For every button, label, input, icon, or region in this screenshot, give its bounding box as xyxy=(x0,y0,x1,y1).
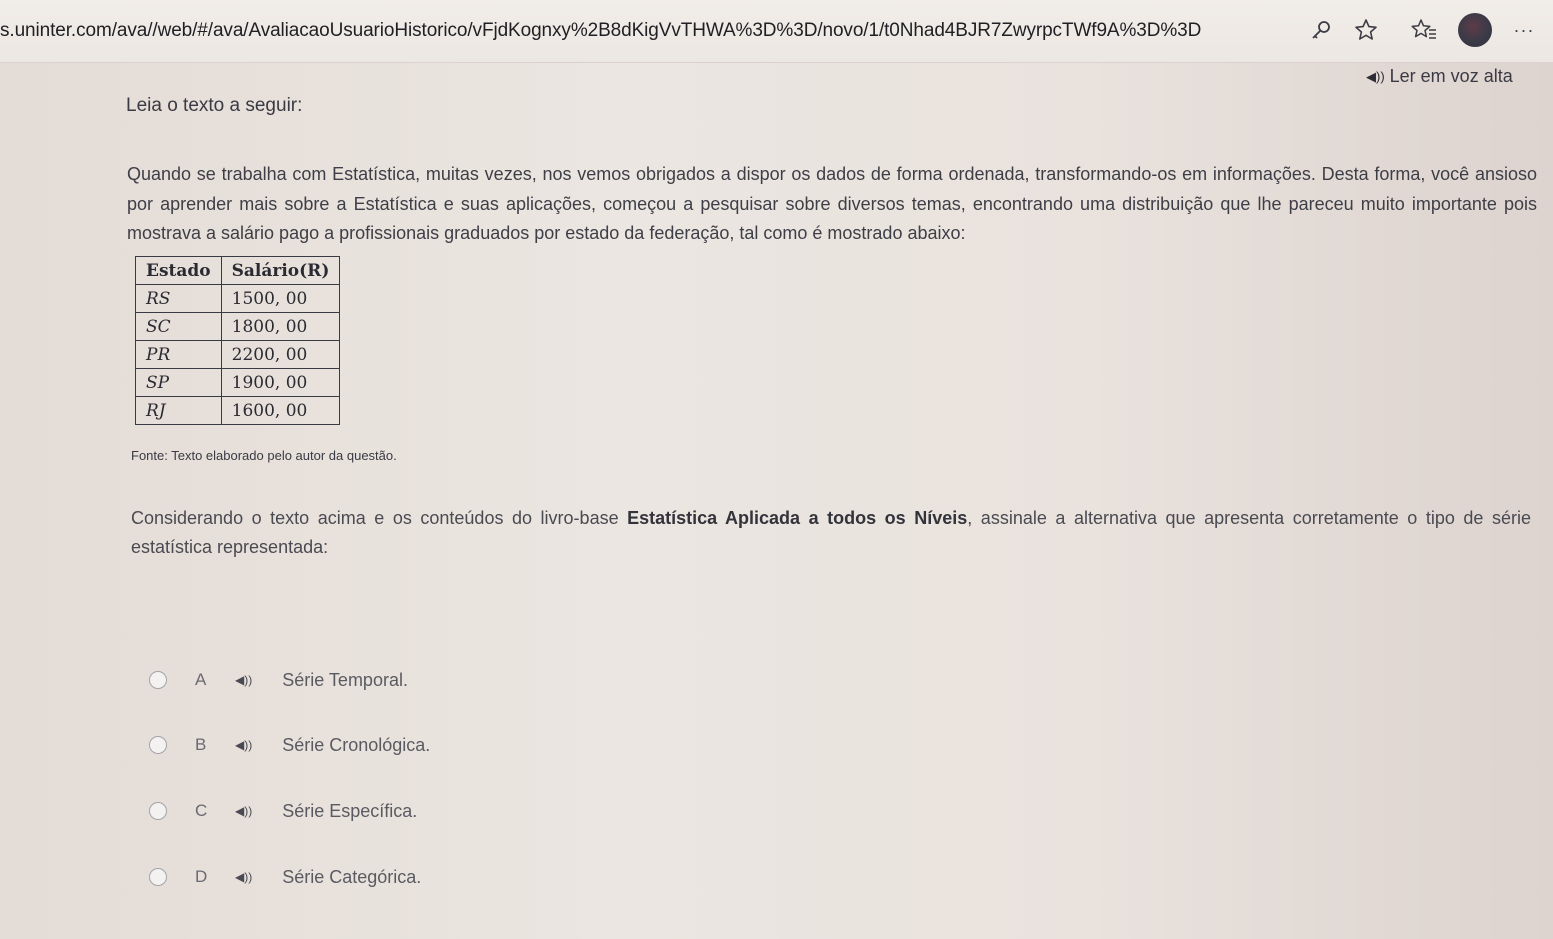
table-cell-state: PR xyxy=(135,340,222,369)
question-prompt: Considerando o texto acima e os conteúdo… xyxy=(131,504,1531,562)
table-header-state: Estado xyxy=(135,256,222,285)
option-text: Série Cronológica. xyxy=(282,734,431,755)
option-text: Série Categórica. xyxy=(282,866,422,887)
speaker-icon[interactable]: ◀)) xyxy=(235,804,252,818)
favorites-icon[interactable] xyxy=(1408,14,1440,46)
table-row: PR 2200, 00 xyxy=(135,340,341,369)
book-title: Estatística Aplicada a todos os Níveis xyxy=(627,508,968,528)
radio-button[interactable] xyxy=(149,736,167,754)
browser-address-bar: s.uninter.com/ava//web/#/ava/AvaliacaoUs… xyxy=(0,0,1553,63)
table-cell-salary: 1500, 00 xyxy=(220,284,341,313)
option-d[interactable]: D ◀)) Série Categórica. xyxy=(149,863,421,891)
speaker-icon[interactable]: ◀)) xyxy=(235,870,252,884)
key-icon[interactable] xyxy=(1305,14,1337,46)
star-icon[interactable] xyxy=(1350,14,1382,46)
option-letter: A xyxy=(195,670,207,689)
radio-button[interactable] xyxy=(149,671,167,689)
option-text: Série Específica. xyxy=(282,800,418,821)
radio-button[interactable] xyxy=(149,802,167,820)
question-paragraph: Quando se trabalha com Estatística, muit… xyxy=(127,164,1537,243)
table-header-salary: Salário(R) xyxy=(220,256,341,285)
option-letter: D xyxy=(195,867,208,886)
table-cell-state: RS xyxy=(135,284,222,313)
option-a[interactable]: A ◀)) Série Temporal. xyxy=(149,666,408,694)
table-row: RJ 1600, 00 xyxy=(135,396,341,425)
read-aloud-label: Ler em voz alta xyxy=(1389,66,1513,86)
read-aloud-button[interactable]: ◀)) Ler em voz alta xyxy=(1366,66,1513,87)
table-cell-state: SP xyxy=(135,368,222,397)
speaker-icon[interactable]: ◀)) xyxy=(235,738,252,752)
source-note: Fonte: Texto elaborado pelo autor da que… xyxy=(131,448,397,463)
table-cell-salary: 1800, 00 xyxy=(220,312,341,341)
table-header-row: Estado Salário(R) xyxy=(135,256,341,285)
table-cell-state: SC xyxy=(135,312,222,341)
table-row: RS 1500, 00 xyxy=(135,284,341,313)
url-field[interactable]: s.uninter.com/ava//web/#/ava/AvaliacaoUs… xyxy=(0,20,1201,42)
option-letter: B xyxy=(195,735,207,754)
table-cell-salary: 1900, 00 xyxy=(220,368,341,397)
question-prompt-start: Considerando o texto acima e os conteúdo… xyxy=(131,508,628,528)
option-text: Série Temporal. xyxy=(282,669,408,690)
option-b[interactable]: B ◀)) Série Cronológica. xyxy=(149,731,430,759)
table-cell-salary: 2200, 00 xyxy=(220,340,341,369)
option-letter: C xyxy=(195,801,208,820)
profile-avatar[interactable] xyxy=(1458,13,1492,47)
salary-table: Estado Salário(R) RS 1500, 00 SC 1800, 0… xyxy=(135,256,341,425)
table-cell-salary: 1600, 00 xyxy=(220,396,341,425)
option-c[interactable]: C ◀)) Série Específica. xyxy=(149,797,417,825)
speaker-icon: ◀)) xyxy=(1366,68,1385,84)
speaker-icon[interactable]: ◀)) xyxy=(235,673,252,687)
table-row: SP 1900, 00 xyxy=(135,368,341,397)
table-cell-state: RJ xyxy=(135,396,222,425)
intro-text: Leia o texto a seguir: xyxy=(126,95,303,116)
table-row: SC 1800, 00 xyxy=(135,312,341,341)
radio-button[interactable] xyxy=(149,868,167,886)
more-icon[interactable]: ··· xyxy=(1508,14,1540,46)
